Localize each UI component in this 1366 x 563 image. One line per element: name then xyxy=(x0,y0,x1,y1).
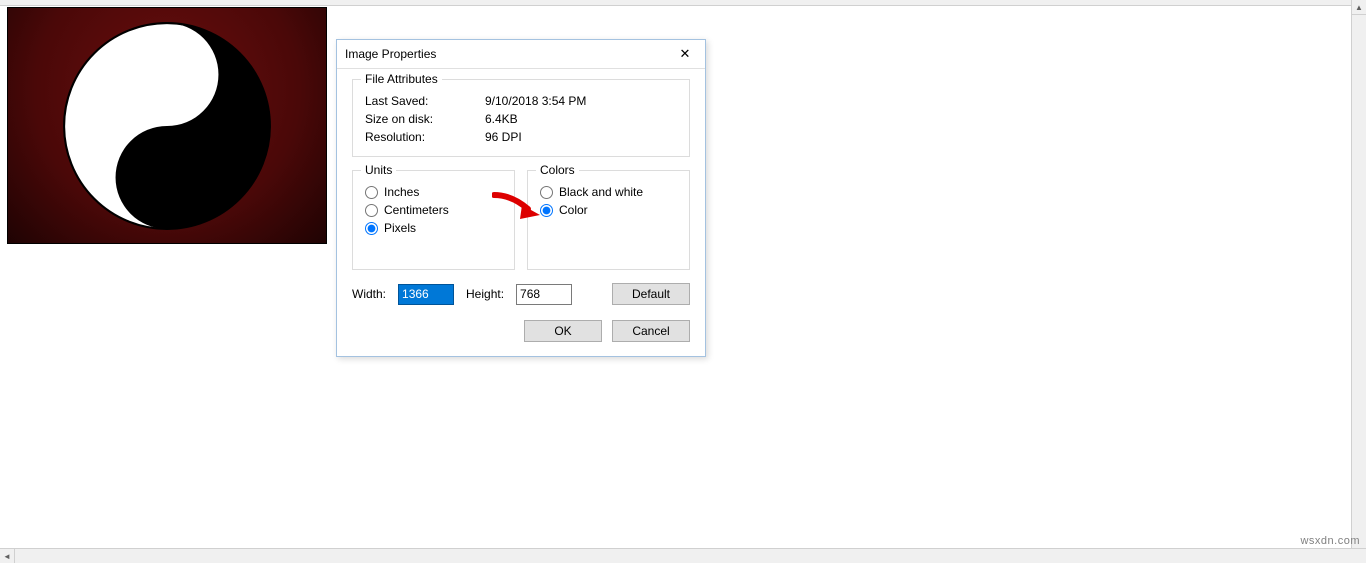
attr-last-saved: Last Saved: 9/10/2018 3:54 PM xyxy=(365,94,677,108)
width-label: Width: xyxy=(352,287,386,301)
colors-bw[interactable]: Black and white xyxy=(540,185,677,199)
size-on-disk-value: 6.4KB xyxy=(485,112,518,126)
file-attributes-group: File Attributes Last Saved: 9/10/2018 3:… xyxy=(352,79,690,157)
close-icon[interactable]: ✕ xyxy=(673,46,697,62)
colors-color-label: Color xyxy=(559,203,588,217)
height-input[interactable] xyxy=(516,284,572,305)
dialog-body: File Attributes Last Saved: 9/10/2018 3:… xyxy=(337,69,705,356)
units-group: Units Inches Centimeters Pixels xyxy=(352,170,515,270)
units-inches-radio[interactable] xyxy=(365,186,378,199)
units-pixels-radio[interactable] xyxy=(365,222,378,235)
cancel-button[interactable]: Cancel xyxy=(612,320,690,342)
ok-button[interactable]: OK xyxy=(524,320,602,342)
horizontal-scrollbar[interactable]: ◄ xyxy=(0,548,1366,563)
image-properties-dialog: Image Properties ✕ File Attributes Last … xyxy=(336,39,706,357)
colors-bw-radio[interactable] xyxy=(540,186,553,199)
dialog-title: Image Properties xyxy=(345,47,436,61)
last-saved-value: 9/10/2018 3:54 PM xyxy=(485,94,586,108)
units-centimeters[interactable]: Centimeters xyxy=(365,203,502,217)
size-on-disk-label: Size on disk: xyxy=(365,112,485,126)
units-centimeters-radio[interactable] xyxy=(365,204,378,217)
scroll-up-icon[interactable]: ▲ xyxy=(1352,0,1366,15)
resolution-label: Resolution: xyxy=(365,130,485,144)
file-attributes-label: File Attributes xyxy=(361,72,442,86)
colors-color[interactable]: Color xyxy=(540,203,677,217)
yinyang-symbol xyxy=(62,21,272,231)
watermark: wsxdn.com xyxy=(1300,535,1360,547)
canvas-image[interactable] xyxy=(7,7,327,244)
dialog-button-row: OK Cancel xyxy=(352,320,690,342)
default-button[interactable]: Default xyxy=(612,283,690,305)
colors-group: Colors Black and white Color xyxy=(527,170,690,270)
height-label: Height: xyxy=(466,287,504,301)
colors-bw-label: Black and white xyxy=(559,185,643,199)
units-label: Units xyxy=(361,163,396,177)
colors-label: Colors xyxy=(536,163,579,177)
last-saved-label: Last Saved: xyxy=(365,94,485,108)
attr-size-on-disk: Size on disk: 6.4KB xyxy=(365,112,677,126)
scroll-left-icon[interactable]: ◄ xyxy=(0,549,15,563)
dialog-titlebar[interactable]: Image Properties ✕ xyxy=(337,40,705,69)
colors-color-radio[interactable] xyxy=(540,204,553,217)
width-input[interactable] xyxy=(398,284,454,305)
resolution-value: 96 DPI xyxy=(485,130,522,144)
units-pixels[interactable]: Pixels xyxy=(365,221,502,235)
units-pixels-label: Pixels xyxy=(384,221,416,235)
units-inches-label: Inches xyxy=(384,185,419,199)
vertical-scrollbar[interactable]: ▲ xyxy=(1351,0,1366,548)
app-toolbar-strip xyxy=(0,0,1351,6)
dimensions-row: Width: Height: Default xyxy=(352,283,690,305)
units-inches[interactable]: Inches xyxy=(365,185,502,199)
units-centimeters-label: Centimeters xyxy=(384,203,449,217)
attr-resolution: Resolution: 96 DPI xyxy=(365,130,677,144)
